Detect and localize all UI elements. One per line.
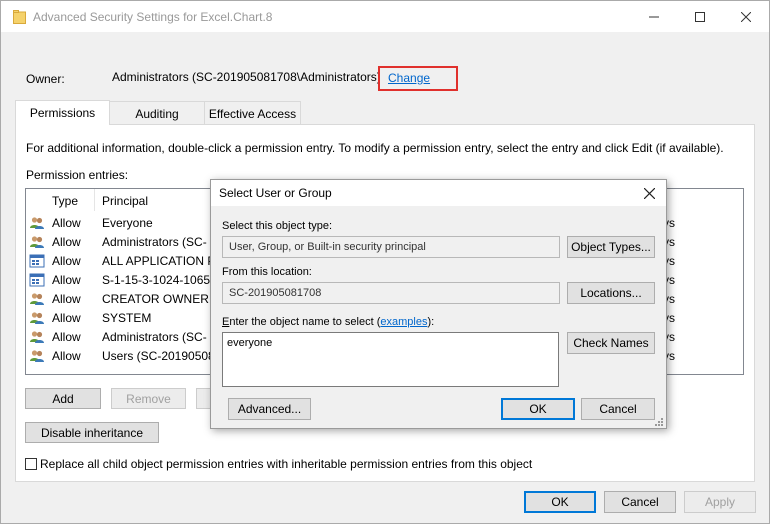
change-owner-link[interactable]: Change [388, 71, 430, 85]
dialog-title-bar: Select User or Group [211, 180, 666, 206]
row-principal: Everyone [102, 216, 153, 230]
enter-name-text: nter the object name to select ( [229, 316, 381, 328]
owner-label: Owner: [26, 72, 65, 86]
window-title: Advanced Security Settings for Excel.Cha… [33, 10, 273, 24]
row-type: Allow [52, 311, 81, 325]
locations-button[interactable]: Locations... [567, 282, 655, 304]
maximize-button[interactable] [677, 1, 723, 32]
resize-grip-icon[interactable] [654, 417, 664, 427]
users-icon [29, 234, 45, 250]
location-label: From this location: [222, 266, 312, 278]
row-principal: Administrators (SC- [102, 235, 207, 249]
object-type-field: User, Group, or Built-in security princi… [222, 236, 560, 258]
permissions-info-text: For additional information, double-click… [26, 141, 724, 155]
row-type: Allow [52, 273, 81, 287]
minimize-icon [649, 16, 659, 17]
disable-inheritance-button[interactable]: Disable inheritance [25, 422, 159, 443]
row-principal: S-1-15-3-1024-10653 [102, 273, 217, 287]
object-types-button[interactable]: Object Types... [567, 236, 655, 258]
dialog-cancel-button[interactable]: Cancel [581, 398, 655, 420]
row-type: Allow [52, 330, 81, 344]
enter-name-suffix: ): [427, 316, 435, 328]
maximize-icon [695, 11, 705, 22]
row-principal: Users (SC-201905081 [102, 349, 222, 363]
object-name-value: everyone [227, 337, 273, 349]
column-divider [94, 189, 95, 211]
row-principal: CREATOR OWNER [102, 292, 209, 306]
users-icon [29, 348, 45, 364]
row-type: Allow [52, 292, 81, 306]
row-principal: SYSTEM [102, 311, 152, 325]
cancel-button[interactable]: Cancel [604, 491, 676, 513]
users-icon [29, 291, 45, 307]
users-icon [29, 215, 45, 231]
advanced-security-window: Advanced Security Settings for Excel.Cha… [0, 0, 770, 524]
row-type: Allow [52, 349, 81, 363]
replace-child-permissions-label: Replace all child object permission entr… [40, 457, 533, 471]
users-icon [29, 310, 45, 326]
tab-auditing[interactable]: Auditing [109, 101, 205, 125]
examples-link[interactable]: examples [380, 316, 427, 328]
row-principal: Administrators (SC- [102, 330, 207, 344]
title-bar: Advanced Security Settings for Excel.Cha… [1, 1, 769, 32]
row-principal: ALL APPLICATION PA [102, 254, 223, 268]
add-button[interactable]: Add [25, 388, 101, 409]
app-package-icon [29, 253, 45, 269]
select-user-or-group-dialog: Select User or Group Select this object … [210, 179, 667, 429]
column-header-type[interactable]: Type [52, 194, 78, 208]
column-header-principal[interactable]: Principal [102, 194, 148, 208]
owner-value: Administrators (SC-201905081708\Administ… [112, 70, 381, 84]
check-names-button[interactable]: Check Names [567, 332, 655, 354]
replace-child-permissions-checkbox[interactable] [25, 458, 37, 470]
row-type: Allow [52, 235, 81, 249]
minimize-button[interactable] [631, 1, 677, 32]
object-name-input[interactable]: everyone [222, 332, 559, 387]
app-package-icon [29, 272, 45, 288]
close-icon [741, 11, 751, 22]
dialog-title: Select User or Group [219, 186, 332, 200]
users-icon [29, 329, 45, 345]
row-type: Allow [52, 216, 81, 230]
close-button[interactable] [723, 1, 769, 32]
permission-entries-label: Permission entries: [26, 168, 129, 182]
apply-button[interactable]: Apply [684, 491, 756, 513]
close-icon [643, 187, 655, 199]
dialog-ok-button[interactable]: OK [501, 398, 575, 420]
object-type-label: Select this object type: [222, 220, 333, 232]
tab-permissions[interactable]: Permissions [15, 100, 110, 125]
tab-effective-access[interactable]: Effective Access [204, 101, 301, 125]
dialog-close-button[interactable] [631, 180, 667, 206]
ok-button[interactable]: OK [524, 491, 596, 513]
row-type: Allow [52, 254, 81, 268]
remove-button[interactable]: Remove [111, 388, 186, 409]
location-field: SC-201905081708 [222, 282, 560, 304]
advanced-button[interactable]: Advanced... [228, 398, 311, 420]
enter-object-name-label: Enter the object name to select (example… [222, 316, 434, 328]
folder-icon [13, 10, 26, 24]
